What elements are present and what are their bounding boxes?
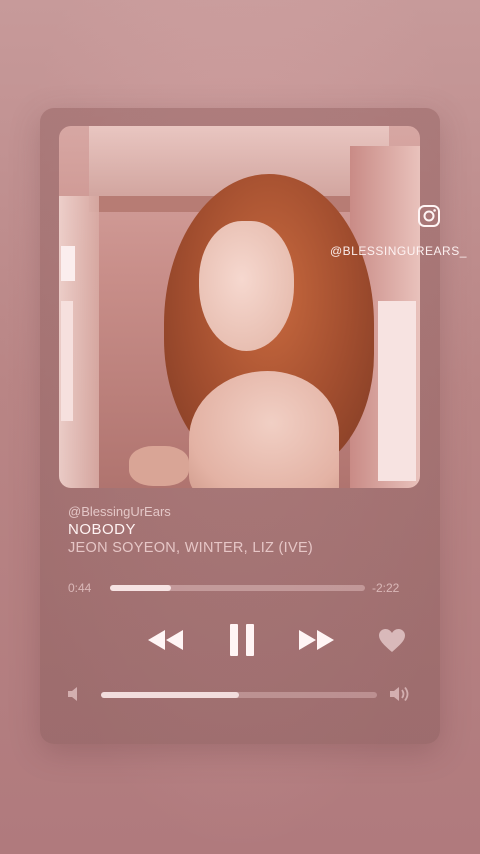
song-title: NOBODY — [68, 521, 137, 538]
fast-forward-button[interactable] — [293, 625, 339, 655]
art-face — [199, 221, 294, 351]
pause-icon — [230, 624, 254, 656]
volume-low-icon — [68, 687, 77, 701]
pause-button[interactable] — [222, 620, 262, 660]
volume-slider[interactable] — [101, 692, 377, 698]
volume-high-icon — [390, 686, 409, 702]
uploader-label: @BlessingUrEars — [68, 504, 171, 519]
art-window-right — [378, 301, 416, 481]
progress-fill — [110, 585, 172, 591]
instagram-handle[interactable]: @BLESSINGUREARS_ — [330, 244, 470, 258]
rewind-button[interactable] — [143, 625, 189, 655]
elapsed-time: 0:44 — [68, 581, 92, 595]
favorite-button[interactable] — [377, 627, 407, 655]
remaining-time: -2:22 — [372, 581, 400, 595]
artist-names: JEON SOYEON, WINTER, LIZ (IVE) — [68, 540, 314, 556]
fast-forward-icon — [299, 630, 334, 650]
art-hand — [129, 446, 189, 486]
rewind-icon — [148, 630, 183, 650]
art-window-left-top — [61, 246, 75, 281]
instagram-icon[interactable] — [417, 204, 441, 228]
album-art — [59, 126, 420, 488]
progress-bar[interactable] — [110, 585, 365, 591]
art-window-left — [61, 301, 73, 421]
heart-icon — [379, 629, 405, 652]
volume-fill — [101, 692, 239, 698]
